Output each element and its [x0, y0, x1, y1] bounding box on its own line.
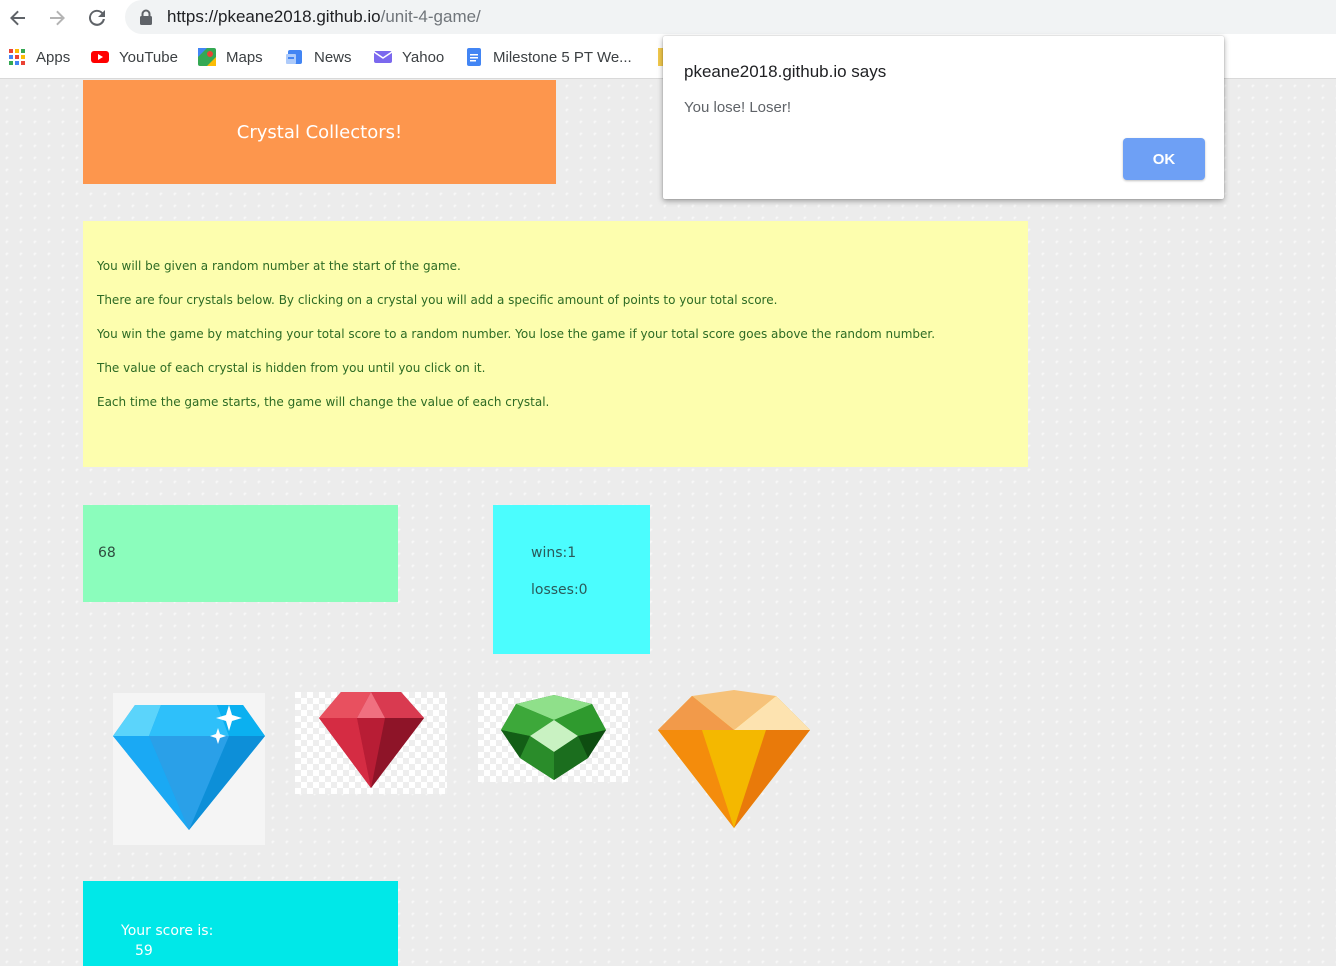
bookmark-label: YouTube [119, 48, 178, 66]
instruction-line: You will be given a random number at the… [97, 259, 461, 273]
green-crystal-button[interactable] [478, 692, 630, 782]
stats-box: wins:1 losses:0 [493, 505, 650, 654]
google-docs-icon [467, 48, 481, 66]
bookmark-apps[interactable]: Apps [8, 46, 70, 68]
ok-button[interactable]: OK [1123, 138, 1205, 180]
score-box: Your score is: 59 [83, 881, 398, 966]
url-path: /unit-4-game/ [380, 7, 481, 26]
bookmark-news[interactable]: News [286, 46, 352, 68]
green-emerald-icon [501, 695, 606, 780]
url-host: https://pkeane2018.github.io [167, 7, 381, 26]
reload-button[interactable] [82, 3, 112, 33]
losses-counter: losses:0 [531, 582, 588, 598]
score-label: Your score is: [121, 923, 214, 939]
instruction-line: There are four crystals below. By clicki… [97, 293, 778, 307]
yahoo-mail-icon [374, 51, 392, 63]
instruction-line: Each time the game starts, the game will… [97, 395, 550, 409]
bookmark-label: Milestone 5 PT We... [493, 48, 632, 66]
reload-icon [88, 9, 105, 26]
bookmark-label: News [314, 48, 352, 66]
news-icon [286, 50, 302, 64]
maps-icon [198, 48, 216, 66]
game-title: Crystal Collectors! [83, 80, 556, 184]
youtube-icon [91, 51, 109, 63]
instructions-panel: You will be given a random number at the… [83, 221, 1028, 467]
dialog-message: You lose! Loser! [684, 99, 792, 116]
red-crystal-button[interactable] [295, 692, 447, 794]
bookmark-youtube[interactable]: YouTube [91, 46, 178, 68]
target-number-box: 68 [83, 505, 398, 602]
instruction-line: You win the game by matching your total … [97, 327, 936, 341]
forward-button[interactable] [42, 3, 72, 33]
red-ruby-icon [319, 692, 424, 788]
bookmark-label: Yahoo [402, 48, 445, 66]
alert-dialog: pkeane2018.github.io says You lose! Lose… [663, 36, 1224, 199]
url-text: https://pkeane2018.github.io/unit-4-game… [167, 7, 481, 27]
orange-gem-icon [658, 690, 810, 828]
browser-toolbar: https://pkeane2018.github.io/unit-4-game… [0, 0, 1336, 36]
apps-grid-icon [9, 49, 25, 65]
address-bar[interactable]: https://pkeane2018.github.io/unit-4-game… [125, 0, 1336, 34]
arrow-right-icon [50, 10, 65, 26]
blue-crystal-button[interactable] [113, 693, 265, 845]
bookmark-yahoo[interactable]: Yahoo [374, 46, 444, 68]
score-value: 59 [135, 943, 153, 959]
target-number: 68 [98, 545, 116, 561]
bookmark-maps[interactable]: Maps [198, 46, 263, 68]
lock-icon [140, 9, 152, 25]
back-button[interactable] [3, 3, 33, 33]
bookmark-milestone[interactable]: Milestone 5 PT We... [465, 46, 632, 68]
bookmark-label: Maps [226, 48, 263, 66]
dialog-title: pkeane2018.github.io says [684, 62, 887, 81]
blue-diamond-icon [113, 705, 265, 830]
arrow-left-icon [10, 10, 25, 26]
wins-counter: wins:1 [531, 545, 577, 561]
orange-crystal-button[interactable] [658, 690, 810, 830]
page-content: Crystal Collectors! You will be given a … [0, 80, 1336, 966]
instruction-line: The value of each crystal is hidden from… [97, 361, 486, 375]
bookmark-label: Apps [36, 48, 71, 66]
